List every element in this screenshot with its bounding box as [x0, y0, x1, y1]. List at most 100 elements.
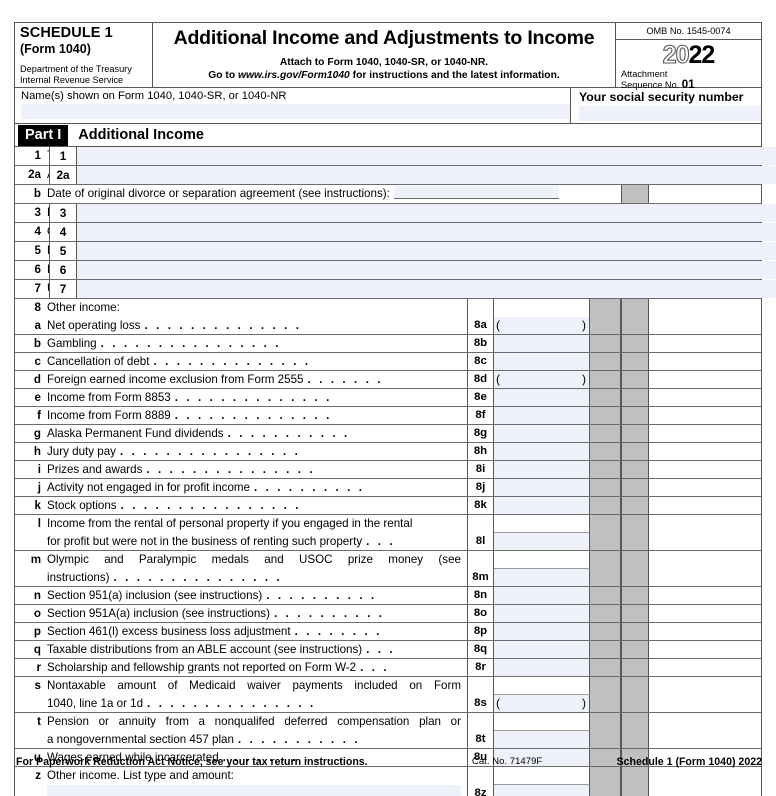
- amount-input-7[interactable]: [77, 280, 776, 298]
- line-text: Activity not engaged in for profit incom…: [47, 481, 250, 494]
- sub-amount-cell-upper: [494, 713, 590, 731]
- amount-box: [649, 659, 761, 676]
- amount-input-5[interactable]: [77, 242, 776, 260]
- line-description: Taxable distributions from an ABLE accou…: [47, 641, 467, 658]
- line-text: Net operating loss: [47, 319, 141, 332]
- amount-box: [649, 569, 761, 586]
- line-description-continued: a nongovernmental section 457 plan. . . …: [47, 731, 467, 748]
- amount-input-8g[interactable]: [494, 425, 589, 442]
- amount-box: [649, 443, 761, 460]
- sub-line-number-box: 8a: [467, 317, 494, 334]
- sub-amount-cell: [494, 587, 590, 604]
- amount-input-8l[interactable]: [494, 533, 589, 550]
- goto-prefix: Go to: [208, 70, 238, 81]
- amount-input-8j[interactable]: [494, 479, 589, 496]
- line-description-continued: for profit but were not in the business …: [47, 533, 467, 550]
- form-line-8p: p Section 461(l) excess business loss adj…: [15, 623, 761, 641]
- tax-year-prefix: 20: [662, 40, 690, 69]
- amount-input-8z[interactable]: [494, 785, 589, 796]
- line-text: Section 461(l) excess business loss adju…: [47, 625, 291, 638]
- line-label-spacer: [15, 695, 47, 712]
- leader-dots: . . . . . . . . . . . . . . .: [146, 463, 316, 476]
- amount-input-8h[interactable]: [494, 443, 589, 460]
- amount-box: [649, 353, 761, 370]
- amount-input-8q[interactable]: [494, 641, 589, 658]
- line-number-box: 5: [49, 242, 77, 260]
- amount-box: [649, 185, 761, 203]
- amount-input-2a[interactable]: [77, 166, 776, 184]
- line-number-box: [621, 533, 649, 550]
- line-label: q: [33, 643, 41, 656]
- negative-amount-input-8s[interactable]: (): [494, 695, 589, 712]
- line-description: Business income or (loss). Attach Schedu…: [47, 204, 49, 222]
- line-number-box: 7: [49, 280, 77, 298]
- line-description: Other gains or (losses). Attach Form 479…: [47, 223, 49, 241]
- line-number-box: [621, 299, 649, 317]
- ssn-cell: Your social security number: [571, 88, 761, 123]
- leader-dots: . . . . . . . . . . . . . .: [174, 409, 332, 422]
- line-text: Scholarship and fellowship grants not re…: [47, 661, 357, 674]
- amount-input-8p[interactable]: [494, 623, 589, 640]
- sub-line-number-box: 8o: [467, 605, 494, 622]
- form-line-8g: g Alaska Permanent Fund dividends. . . . …: [15, 425, 761, 443]
- line-description: Activity not engaged in for profit incom…: [47, 479, 467, 496]
- amount-box: [649, 335, 761, 352]
- gray-gutter: [590, 443, 621, 460]
- line-text: Farm income or (loss). Attach Schedule F: [47, 263, 49, 279]
- form-line-3: 3 Business income or (loss). Attach Sched…: [15, 204, 776, 223]
- gray-gutter: [590, 353, 621, 370]
- line-number-box: [621, 479, 649, 496]
- amount-input-3[interactable]: [77, 204, 776, 222]
- amount-input-8r[interactable]: [494, 659, 589, 676]
- leader-dots: . . . . . . . . . .: [266, 589, 377, 602]
- amount-input-8f[interactable]: [494, 407, 589, 424]
- sub-amount-spacer: [494, 299, 590, 317]
- amount-input-8t[interactable]: [494, 731, 589, 748]
- ssn-input[interactable]: [579, 106, 761, 121]
- amount-input-4[interactable]: [77, 223, 776, 241]
- amount-box: [649, 515, 761, 533]
- line-description: Jury duty pay. . . . . . . . . . . . . .…: [47, 443, 467, 460]
- amount-input-6[interactable]: [77, 261, 776, 279]
- form-line-8h: h Jury duty pay. . . . . . . . . . . . . …: [15, 443, 761, 461]
- line-text-continued: instructions): [47, 571, 110, 584]
- form-line-8j: j Activity not engaged in for profit inco…: [15, 479, 761, 497]
- leader-dots: . . . . . . .: [307, 373, 384, 386]
- negative-amount-input-8d[interactable]: (): [494, 371, 589, 388]
- negative-amount-input-8a[interactable]: (): [494, 317, 589, 334]
- header-left-block: SCHEDULE 1 (Form 1040) Department of the…: [15, 23, 153, 87]
- close-paren: ): [582, 372, 586, 386]
- amount-input-8k[interactable]: [494, 497, 589, 514]
- gray-gutter: [590, 515, 621, 533]
- amount-input-1[interactable]: [77, 147, 776, 165]
- line-description: Cancellation of debt. . . . . . . . . . …: [47, 353, 467, 370]
- name-input[interactable]: [21, 104, 570, 119]
- gray-gutter: [590, 299, 621, 317]
- amount-input-8o[interactable]: [494, 605, 589, 622]
- amount-input-8i[interactable]: [494, 461, 589, 478]
- line-description: Unemployment compensation. . . . . . . .…: [47, 280, 49, 298]
- amount-box: [649, 299, 761, 317]
- irs-url-link[interactable]: www.irs.gov/Form1040: [238, 70, 350, 81]
- amount-input-8b[interactable]: [494, 335, 589, 352]
- form-line-8q: q Taxable distributions from an ABLE acco…: [15, 641, 761, 659]
- amount-box: [649, 695, 761, 712]
- part-i-title: Additional Income: [78, 127, 204, 143]
- other-income-amount-input[interactable]: [47, 785, 461, 796]
- amount-input-8m[interactable]: [494, 569, 589, 586]
- sub-line-number-box: 8r: [467, 659, 494, 676]
- amount-input-8e[interactable]: [494, 389, 589, 406]
- sub-amount-cell-upper: [494, 767, 590, 785]
- line-label: 5: [34, 244, 41, 257]
- amount-input-8c[interactable]: [494, 353, 589, 370]
- divorce-date-input[interactable]: [393, 186, 559, 199]
- leader-dots: . . . . . . . . . . . . . . . .: [120, 499, 302, 512]
- line-number-box: [621, 551, 649, 569]
- line-description: Nontaxable amount of Medicaid waiver pay…: [47, 677, 467, 695]
- line-label: 3: [34, 206, 41, 219]
- leader-dots: . . . . . . . . . .: [273, 607, 385, 620]
- amount-input-8n[interactable]: [494, 587, 589, 604]
- line-description: Date of original divorce or separation a…: [47, 185, 621, 203]
- line-text-continued: for profit but were not in the business …: [47, 535, 363, 548]
- leader-dots: . . . . . . . . . . .: [237, 733, 361, 746]
